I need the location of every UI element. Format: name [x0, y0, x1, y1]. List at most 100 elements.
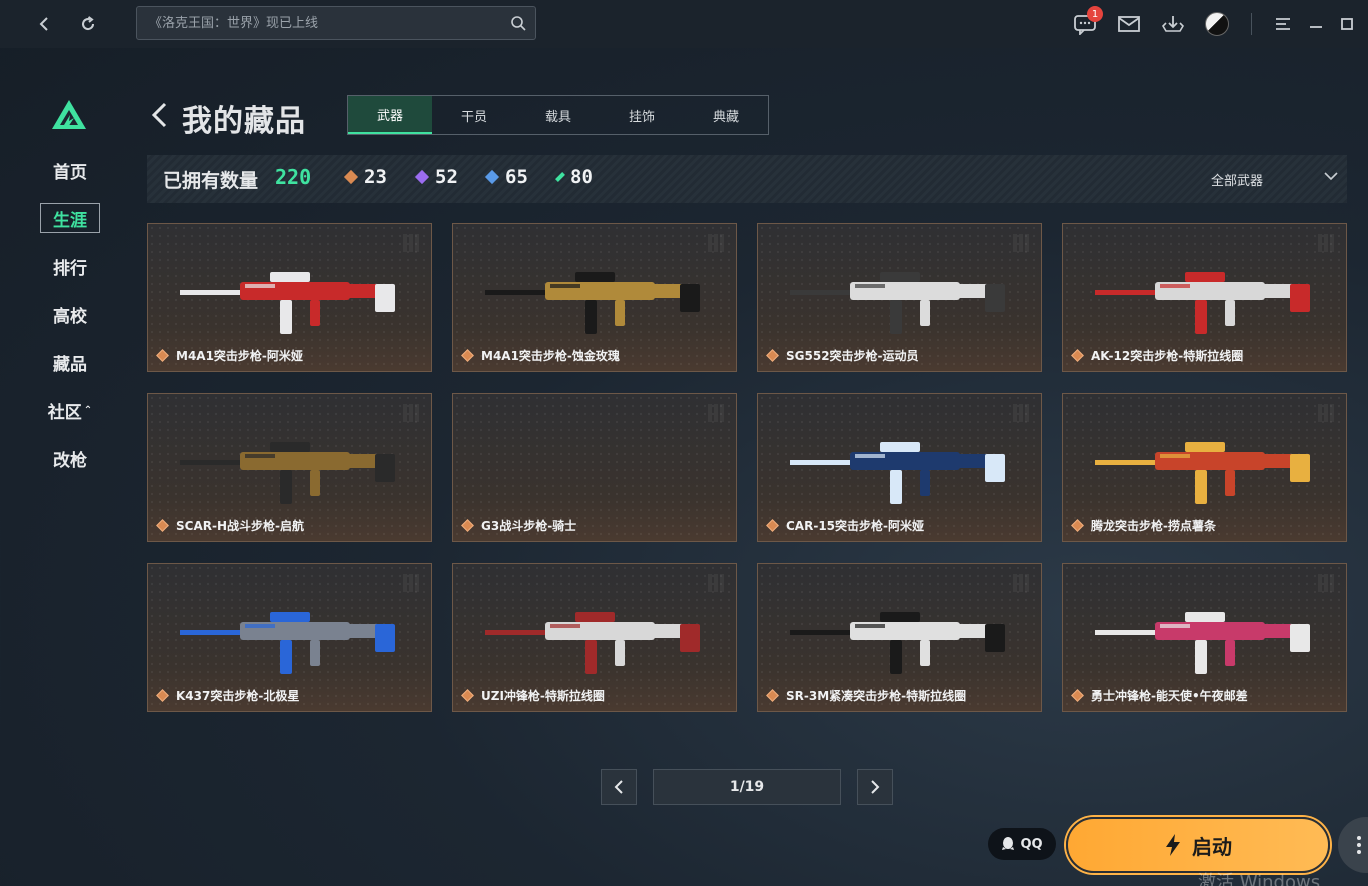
sidebar-item-label: 生涯 [53, 210, 87, 231]
prev-page-button[interactable] [601, 769, 637, 805]
sidebar-item-community[interactable]: 社区 ⌃ [40, 395, 100, 425]
sidebar-item-collection[interactable]: 藏品 [40, 347, 100, 377]
owned-total: 220 [275, 165, 312, 189]
owned-label: 已拥有数量 [163, 170, 259, 192]
download-icon[interactable] [1159, 10, 1187, 38]
search-bar[interactable] [136, 6, 536, 40]
weapon-name: 勇士冲锋枪-能天使•午夜邮差 [1091, 689, 1248, 703]
weapon-filter-dropdown[interactable]: 全部武器 [1211, 170, 1341, 190]
weapon-card[interactable]: AK-12突击步枪-特斯拉线圈 [1062, 223, 1347, 372]
rarity-gem-icon [766, 689, 779, 702]
more-vertical-icon [1357, 836, 1361, 854]
rarity-gem-icon [461, 349, 474, 362]
sidebar-item-label: 排行 [53, 258, 87, 279]
weapon-name: SCAR-H战斗步枪-启航 [176, 519, 304, 533]
weapon-card[interactable]: SR-3M紧凑突击步枪-特斯拉线圈 [757, 563, 1042, 712]
weapon-image [180, 442, 395, 504]
weapon-image [1095, 272, 1310, 334]
sidebar-item-college[interactable]: 高校 [40, 299, 100, 329]
chevron-right-icon [871, 780, 880, 794]
weapon-name: SR-3M紧凑突击步枪-特斯拉线圈 [786, 689, 967, 703]
chevron-left-icon [614, 780, 623, 794]
weapon-card[interactable]: SG552突击步枪-运动员 [757, 223, 1042, 372]
filter-label: 全部武器 [1211, 174, 1264, 189]
weapon-image [180, 612, 395, 674]
back-icon[interactable] [30, 10, 58, 38]
owned-summary-bar: 已拥有数量 220 23 52 65 80 全部武器 [147, 155, 1347, 203]
weapon-card[interactable]: SCAR-H战斗步枪-启航 [147, 393, 432, 542]
rarity-gem-icon [461, 519, 474, 532]
sidebar-item-label: 社区 [47, 402, 82, 423]
top-bar: 1 [0, 0, 1368, 48]
minimize-icon[interactable] [1302, 10, 1330, 38]
tab-operators[interactable]: 干员 [432, 96, 516, 134]
sidebar-item-label: 首页 [53, 162, 87, 183]
sidebar-item-label: 改枪 [53, 450, 87, 471]
weapon-name: CAR-15突击步枪-阿米娅 [786, 519, 924, 533]
search-input[interactable] [149, 7, 509, 39]
chevron-up-icon: ⌃ [83, 404, 93, 416]
page-indicator: 1/19 [653, 769, 841, 805]
avatar [1205, 12, 1229, 36]
weapon-card[interactable]: M4A1突击步枪-蚀金玫瑰 [452, 223, 737, 372]
sidebar-item-career[interactable]: 生涯 [40, 203, 100, 233]
rarity-purple-count: 52 [414, 166, 458, 188]
green-gem-icon [555, 172, 565, 182]
rarity-gem-icon [1071, 349, 1084, 362]
purple-gem-icon [414, 169, 430, 185]
rarity-gem-icon [461, 689, 474, 702]
weapon-name: 腾龙突击步枪-捞点薯条 [1091, 519, 1216, 533]
weapon-image [790, 442, 1005, 504]
blue-gem-icon [484, 169, 500, 185]
refresh-icon[interactable] [74, 10, 102, 38]
weapon-image [1095, 442, 1310, 504]
divider [1251, 13, 1252, 35]
windows-watermark: 激活 Windows [1198, 872, 1321, 886]
weapon-image [790, 272, 1005, 334]
sidebar-item-gunsmith[interactable]: 改枪 [40, 443, 100, 473]
tab-charms[interactable]: 挂饰 [600, 96, 684, 134]
rarity-gem-icon [156, 689, 169, 702]
weapon-name: SG552突击步枪-运动员 [786, 349, 919, 363]
tab-collection[interactable]: 典藏 [684, 96, 768, 134]
rarity-gem-icon [156, 349, 169, 362]
more-options-button[interactable] [1338, 817, 1368, 873]
weapon-name: G3战斗步枪-骑士 [481, 519, 577, 533]
weapon-card[interactable]: CAR-15突击步枪-阿米娅 [757, 393, 1042, 542]
weapon-card[interactable]: 勇士冲锋枪-能天使•午夜邮差 [1062, 563, 1347, 712]
weapon-card[interactable]: M4A1突击步枪-阿米娅 [147, 223, 432, 372]
user-avatar[interactable] [1203, 10, 1231, 38]
weapon-name: UZI冲锋枪-特斯拉线圈 [481, 689, 605, 703]
search-icon[interactable] [510, 15, 526, 31]
launch-label: 启动 [1192, 834, 1232, 859]
weapon-name: K437突击步枪-北极星 [176, 689, 300, 703]
chevron-down-icon [1324, 172, 1338, 181]
qq-penguin-icon [1002, 837, 1015, 850]
rarity-gem-icon [156, 519, 169, 532]
sidebar-item-label: 高校 [53, 306, 87, 327]
weapon-image [180, 272, 395, 334]
tab-vehicles[interactable]: 载具 [516, 96, 600, 134]
tab-weapons[interactable]: 武器 [348, 96, 432, 134]
message-icon[interactable]: 1 [1071, 6, 1103, 38]
weapon-image [1095, 612, 1310, 674]
weapon-card[interactable]: K437突击步枪-北极星 [147, 563, 432, 712]
qq-login-button[interactable]: QQ [988, 828, 1056, 860]
weapon-name: M4A1突击步枪-蚀金玫瑰 [481, 349, 620, 363]
weapon-card[interactable]: 腾龙突击步枪-捞点薯条 [1062, 393, 1347, 542]
qq-label: QQ [1020, 836, 1043, 852]
rarity-orange-count: 23 [343, 166, 387, 188]
category-tabs: 武器 干员 载具 挂饰 典藏 [347, 95, 769, 135]
message-badge: 1 [1087, 6, 1103, 22]
back-arrow-icon[interactable] [148, 98, 172, 134]
maximize-icon[interactable] [1333, 10, 1361, 38]
next-page-button[interactable] [857, 769, 893, 805]
weapon-card[interactable]: G3战斗步枪-骑士 [452, 393, 737, 542]
sidebar-item-ranking[interactable]: 排行 [40, 251, 100, 281]
sidebar-item-home[interactable]: 首页 [40, 155, 100, 185]
weapon-card[interactable]: UZI冲锋枪-特斯拉线圈 [452, 563, 737, 712]
mail-icon[interactable] [1115, 10, 1143, 38]
launch-button[interactable]: 启动 [1066, 817, 1330, 873]
sidebar-item-label: 藏品 [53, 354, 87, 375]
menu-icon[interactable] [1269, 10, 1297, 38]
